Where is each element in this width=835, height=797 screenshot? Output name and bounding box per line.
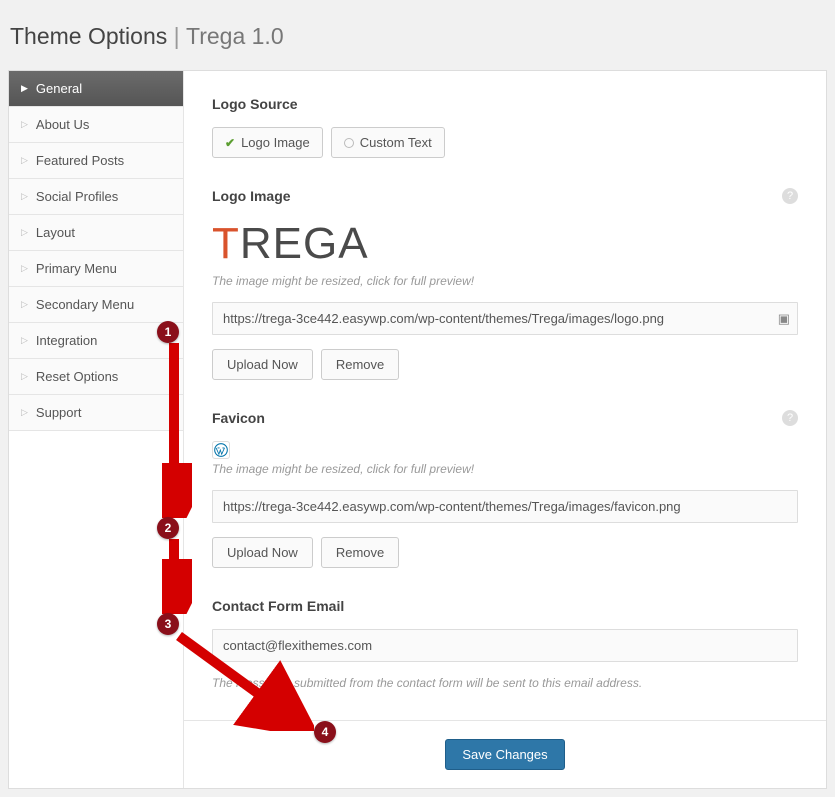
cursor-icon <box>262 692 282 719</box>
title-divider: | <box>174 23 180 49</box>
section-favicon: Favicon ? The image might be resized, cl… <box>212 410 798 568</box>
sidebar-item-label: Primary Menu <box>36 261 117 276</box>
chevron-right-icon <box>21 83 28 94</box>
section-title: Contact Form Email <box>212 598 344 614</box>
options-wrapper: General About Us Featured Posts Social P… <box>8 70 827 789</box>
annotation-badge-4: 4 <box>314 721 336 743</box>
favicon-hint: The image might be resized, click for fu… <box>212 462 798 476</box>
sidebar-item-label: Support <box>36 405 82 420</box>
chevron-right-icon <box>21 371 28 382</box>
chevron-right-icon <box>21 299 28 310</box>
chevron-right-icon <box>21 155 28 166</box>
sidebar-item-reset-options[interactable]: Reset Options <box>9 359 183 395</box>
sidebar-item-label: Secondary Menu <box>36 297 134 312</box>
sidebar-item-label: Integration <box>36 333 97 348</box>
annotation-badge-3: 3 <box>157 613 179 635</box>
page-title: Theme Options | Trega 1.0 <box>10 23 827 50</box>
sidebar-item-label: General <box>36 81 82 96</box>
logo-preview-image[interactable]: TREGA <box>212 219 798 269</box>
logo-source-toggle: ✔ Logo Image Custom Text <box>212 127 798 158</box>
chevron-right-icon <box>21 407 28 418</box>
section-contact-email: Contact Form Email The messages submitte… <box>212 598 798 690</box>
section-logo-image: Logo Image ? TREGA The image might be re… <box>212 188 798 380</box>
contact-email-hint: The messages submitted from the contact … <box>212 676 798 690</box>
section-title: Favicon <box>212 410 265 426</box>
sidebar-item-label: Featured Posts <box>36 153 124 168</box>
favicon-preview-image[interactable] <box>212 441 230 459</box>
page-title-main: Theme Options <box>10 23 167 49</box>
sidebar: General About Us Featured Posts Social P… <box>9 71 184 788</box>
sidebar-item-primary-menu[interactable]: Primary Menu <box>9 251 183 287</box>
favicon-upload-button[interactable]: Upload Now <box>212 537 313 568</box>
sidebar-item-support[interactable]: Support <box>9 395 183 431</box>
chevron-right-icon <box>21 263 28 274</box>
save-changes-button[interactable]: Save Changes <box>445 739 564 770</box>
annotation-badge-2: 2 <box>157 517 179 539</box>
logo-image-url-input[interactable] <box>212 302 798 335</box>
help-icon[interactable]: ? <box>782 410 798 426</box>
help-icon[interactable]: ? <box>782 188 798 204</box>
sidebar-item-layout[interactable]: Layout <box>9 215 183 251</box>
custom-text-option-button[interactable]: Custom Text <box>331 127 445 158</box>
section-title: Logo Source <box>212 96 298 112</box>
chevron-right-icon <box>21 119 28 130</box>
chevron-right-icon <box>21 335 28 346</box>
section-logo-source: Logo Source ✔ Logo Image Custom Text <box>212 96 798 158</box>
sidebar-item-label: Social Profiles <box>36 189 118 204</box>
sidebar-item-social-profiles[interactable]: Social Profiles <box>9 179 183 215</box>
chevron-right-icon <box>21 191 28 202</box>
toggle-label: Logo Image <box>241 135 310 150</box>
section-title: Logo Image <box>212 188 291 204</box>
toggle-label: Custom Text <box>360 135 432 150</box>
favicon-url-input[interactable] <box>212 490 798 523</box>
sidebar-item-about-us[interactable]: About Us <box>9 107 183 143</box>
radio-icon <box>344 138 354 148</box>
wordpress-icon <box>214 443 228 457</box>
sidebar-item-featured-posts[interactable]: Featured Posts <box>9 143 183 179</box>
sidebar-item-general[interactable]: General <box>9 71 183 107</box>
page-title-subtitle: Trega 1.0 <box>186 23 284 49</box>
logo-upload-button[interactable]: Upload Now <box>212 349 313 380</box>
footer-bar: Save Changes <box>184 720 826 788</box>
sidebar-item-label: Layout <box>36 225 75 240</box>
annotation-badge-1: 1 <box>157 321 179 343</box>
sidebar-item-label: Reset Options <box>36 369 118 384</box>
logo-image-hint: The image might be resized, click for fu… <box>212 274 798 288</box>
logo-remove-button[interactable]: Remove <box>321 349 399 380</box>
favicon-remove-button[interactable]: Remove <box>321 537 399 568</box>
sidebar-item-label: About Us <box>36 117 89 132</box>
chevron-right-icon <box>21 227 28 238</box>
content-panel: 1 2 3 4 Logo Source ✔ Logo Imag <box>184 71 826 788</box>
logo-image-option-button[interactable]: ✔ Logo Image <box>212 127 323 158</box>
check-icon: ✔ <box>225 136 235 150</box>
contact-email-input[interactable] <box>212 629 798 662</box>
sidebar-item-secondary-menu[interactable]: Secondary Menu <box>9 287 183 323</box>
save-disk-icon: ▣ <box>778 311 790 327</box>
